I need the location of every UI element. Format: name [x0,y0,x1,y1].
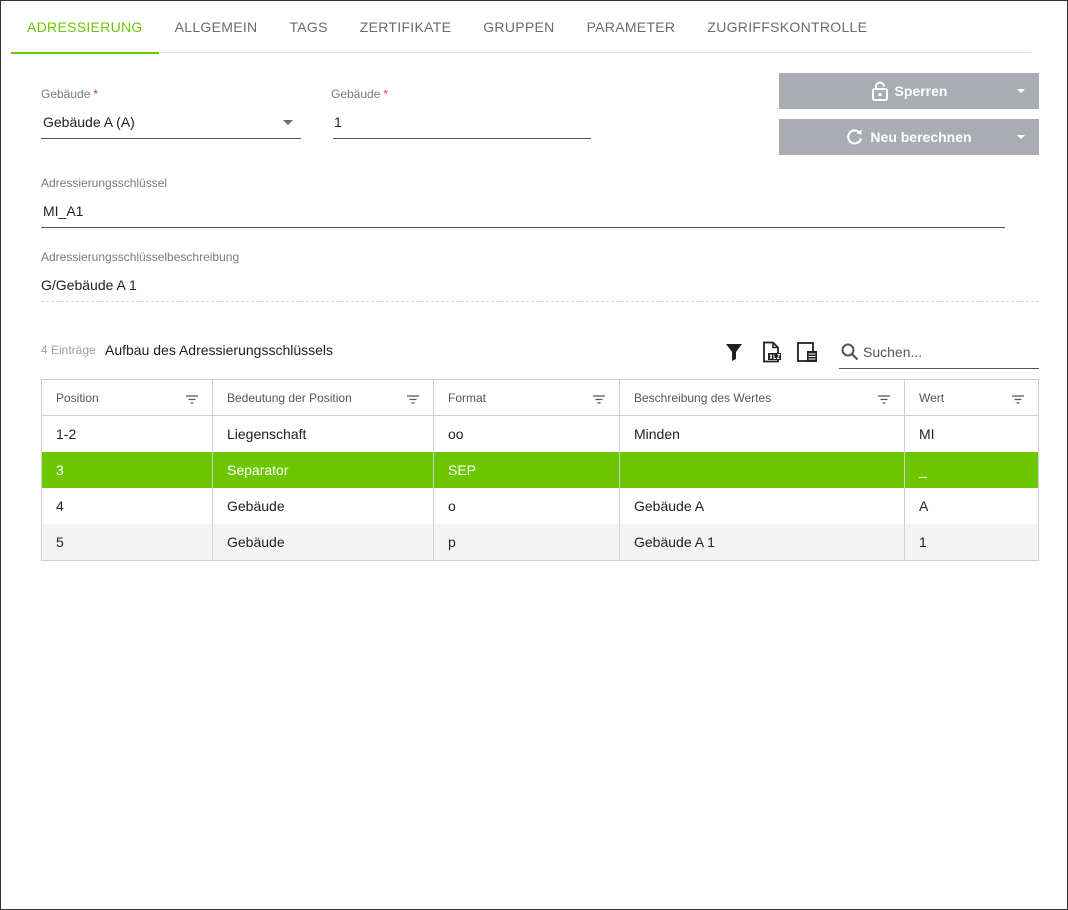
address-key-field[interactable]: Adressierungsschlüssel MI_A1 [41,176,1005,230]
address-key-value[interactable]: MI_A1 [43,203,83,219]
column-filter-icon[interactable] [878,393,890,407]
cell-value: _ [919,462,927,478]
address-key-description-value: G/Gebäude A 1 [41,277,137,293]
cell-value: A [919,498,929,514]
cell-meaning: Liegenschaft [213,416,434,452]
table-row[interactable]: 5 Gebäude p Gebäude A 1 1 [42,524,1038,560]
column-header-value-description[interactable]: Beschreibung des Wertes [620,380,905,415]
cell-value-description [620,452,905,488]
cell-format: oo [434,416,620,452]
cell-value-description: Minden [620,416,905,452]
column-header-position[interactable]: Position [42,380,213,415]
tab-gruppen[interactable]: GRUPPEN [467,1,570,53]
table-row[interactable]: 4 Gebäude o Gebäude A A [42,488,1038,524]
cell-value-description: Gebäude A 1 [620,524,905,560]
entry-count: 4 Einträge [41,343,96,357]
column-filter-icon[interactable] [407,393,419,407]
tab-zertifikate[interactable]: ZERTIFIKATE [344,1,467,53]
lock-button[interactable]: Sperren [779,73,1039,109]
table-row[interactable]: 1-2 Liegenschaft oo Minden MI [42,416,1038,452]
chevron-down-icon[interactable] [283,120,293,125]
recalculate-button[interactable]: Neu berechnen [779,119,1039,155]
cell-value-description: Gebäude A [620,488,905,524]
building-select-underline [41,138,301,139]
column-header-meaning[interactable]: Bedeutung der Position [213,380,434,415]
tab-bar: ADRESSIERUNG ALLGEMEIN TAGS ZERTIFIKATE … [11,1,1031,54]
column-filter-icon[interactable] [593,393,605,407]
cell-position: 3 [42,452,213,488]
address-key-description-field: Adressierungsschlüsselbeschreibung G/Geb… [41,250,1039,304]
cell-format: p [434,524,620,560]
address-key-label: Adressierungsschlüssel [41,176,168,190]
required-marker: * [93,87,99,101]
search-field[interactable] [839,335,1039,369]
search-input[interactable] [863,342,1033,362]
building-select-field[interactable]: Gebäude * Gebäude A (A) [41,87,301,141]
column-chooser-icon[interactable] [796,341,818,363]
cell-value: MI [919,426,935,442]
cell-meaning: Gebäude [213,524,434,560]
building-select-value[interactable]: Gebäude A (A) [43,114,135,130]
building-select-label: Gebäude * [41,87,99,101]
caret-down-icon[interactable] [1017,89,1025,93]
column-filter-icon[interactable] [1012,393,1024,407]
tab-tags[interactable]: TAGS [273,1,343,53]
column-filter-icon[interactable] [186,393,198,407]
cell-value: 1 [919,534,927,550]
required-marker: * [383,87,389,101]
table-header-row: Position Bedeutung der Position Format B… [42,380,1038,416]
tab-adressierung[interactable]: ADRESSIERUNG [11,1,159,54]
address-key-description-underline [41,301,1039,302]
cell-position: 5 [42,524,213,560]
tab-allgemein[interactable]: ALLGEMEIN [159,1,274,53]
table-title: Aufbau des Adressierungsschlüssels [105,342,334,358]
address-key-description-label: Adressierungsschlüsselbeschreibung [41,250,240,264]
filter-icon[interactable] [723,341,745,363]
building-number-field[interactable]: Gebäude * 1 [331,87,591,141]
tab-parameter[interactable]: PARAMETER [571,1,692,53]
caret-down-icon[interactable] [1017,135,1025,139]
column-header-value[interactable]: Wert [905,380,1038,415]
xlsx-export-icon[interactable] [760,341,782,363]
cell-meaning: Separator [213,452,434,488]
table-row-selected[interactable]: 3 Separator SEP _ [42,452,1038,488]
address-structure-table: Position Bedeutung der Position Format B… [41,379,1039,561]
cell-position: 1-2 [42,416,213,452]
lock-open-icon [871,81,889,101]
cell-meaning: Gebäude [213,488,434,524]
cell-format: SEP [434,452,620,488]
cell-format: o [434,488,620,524]
app-window: ADRESSIERUNG ALLGEMEIN TAGS ZERTIFIKATE … [0,0,1068,910]
recalculate-button-label: Neu berechnen [870,129,972,145]
lock-button-label: Sperren [894,83,948,99]
building-number-label: Gebäude * [331,87,389,101]
address-key-underline [41,227,1005,228]
building-number-value[interactable]: 1 [334,114,342,130]
cell-position: 4 [42,488,213,524]
column-header-format[interactable]: Format [434,380,620,415]
tab-zugriffskontrolle[interactable]: ZUGRIFFSKONTROLLE [691,1,883,53]
building-number-underline [333,138,591,139]
refresh-icon [846,128,864,146]
search-icon [841,343,859,366]
